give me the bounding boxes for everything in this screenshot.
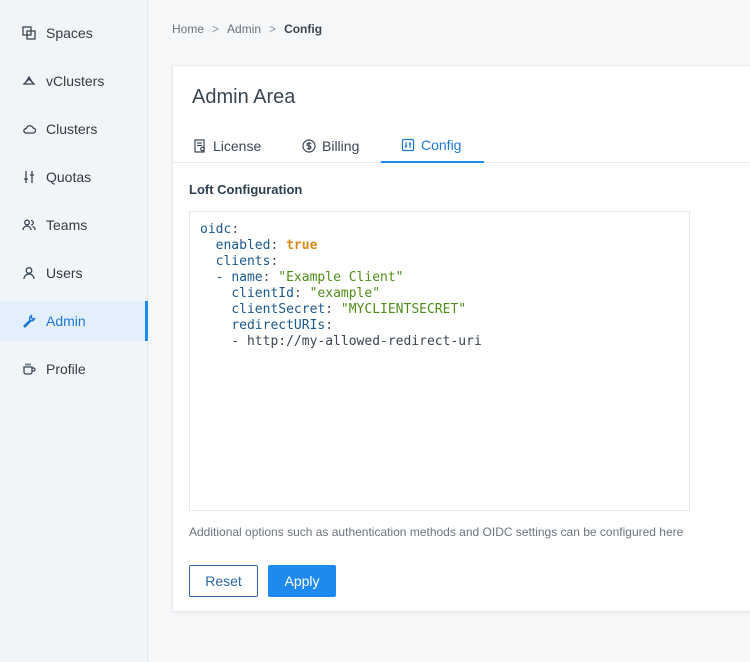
- sidebar-item-label: Clusters: [46, 121, 98, 137]
- tab-config[interactable]: Config: [381, 129, 484, 163]
- page-title: Admin Area: [192, 86, 296, 108]
- yaml-key: clientId: [231, 286, 294, 301]
- sidebar-item-teams[interactable]: Teams: [0, 205, 148, 245]
- admin-card: Admin Area License Billing Config Loft C…: [172, 65, 750, 612]
- sliders-icon: [22, 170, 36, 184]
- code-line: - name: "Example Client": [215, 270, 404, 285]
- sidebar-item-admin[interactable]: Admin: [0, 301, 148, 341]
- yaml-key: clientSecret: [231, 302, 326, 317]
- breadcrumb-separator: >: [269, 22, 277, 36]
- sidebar-item-profile[interactable]: Profile: [0, 349, 148, 389]
- yaml-key: name: [231, 270, 263, 285]
- tab-label: Billing: [322, 138, 360, 154]
- yaml-string: "example": [309, 286, 381, 301]
- license-icon: [193, 139, 207, 153]
- tab-label: License: [213, 138, 262, 154]
- config-editor[interactable]: oidc: enabled: true clients: - name: "Ex…: [189, 211, 690, 511]
- code-line: redirectURIs:: [231, 318, 334, 333]
- sidebar-item-spaces[interactable]: Spaces: [0, 13, 148, 53]
- yaml-bool: true: [286, 238, 318, 253]
- apply-button[interactable]: Apply: [268, 565, 336, 597]
- yaml-key: oidc: [200, 222, 232, 237]
- breadcrumb-admin[interactable]: Admin: [227, 22, 261, 36]
- help-text: Additional options such as authenticatio…: [189, 525, 684, 539]
- yaml-string: "MYCLIENTSECRET": [340, 302, 467, 317]
- breadcrumb-home[interactable]: Home: [172, 22, 204, 36]
- sidebar: Spaces vClusters Clusters Quotas Teams U…: [0, 0, 148, 662]
- coffee-icon: [22, 362, 36, 376]
- sidebar-item-quotas[interactable]: Quotas: [0, 157, 148, 197]
- code-line: clients:: [215, 254, 279, 269]
- dollar-icon: [302, 139, 316, 153]
- yaml-string: "Example Client": [278, 270, 404, 285]
- sidebar-item-label: Spaces: [46, 25, 93, 41]
- sidebar-item-label: Quotas: [46, 169, 92, 185]
- tab-label: Config: [421, 137, 462, 153]
- tab-bar: License Billing Config: [173, 129, 750, 163]
- vcluster-icon: [22, 74, 36, 88]
- sidebar-item-vclusters[interactable]: vClusters: [0, 61, 148, 101]
- code-line: clientId: "example": [231, 286, 381, 301]
- sidebar-item-label: vClusters: [46, 73, 105, 89]
- sidebar-item-clusters[interactable]: Clusters: [0, 109, 148, 149]
- section-title: Loft Configuration: [189, 182, 303, 197]
- sidebar-item-label: Users: [46, 265, 83, 281]
- code-line: - http://my-allowed-redirect-uri: [200, 334, 482, 349]
- sidebar-item-label: Profile: [46, 361, 86, 377]
- config-icon: [401, 138, 415, 152]
- code-line: oidc:: [200, 222, 240, 237]
- yaml-key: clients: [215, 254, 271, 269]
- tab-billing[interactable]: Billing: [302, 129, 382, 163]
- tab-license[interactable]: License: [193, 129, 273, 163]
- reset-button[interactable]: Reset: [189, 565, 258, 597]
- spaces-icon: [22, 26, 36, 40]
- code-line: clientSecret: "MYCLIENTSECRET": [231, 302, 467, 317]
- breadcrumb: Home > Admin > Config: [172, 22, 322, 36]
- yaml-value: - http://my-allowed-redirect-uri: [231, 334, 482, 349]
- yaml-key: redirectURIs: [231, 318, 326, 333]
- sidebar-item-label: Teams: [46, 217, 88, 233]
- teams-icon: [22, 218, 36, 232]
- yaml-key: enabled: [215, 238, 271, 253]
- wrench-icon: [22, 314, 36, 328]
- cloud-icon: [22, 122, 36, 136]
- breadcrumb-current: Config: [284, 22, 323, 36]
- user-icon: [22, 266, 36, 280]
- sidebar-item-label: Admin: [46, 313, 86, 329]
- sidebar-item-users[interactable]: Users: [0, 253, 148, 293]
- code-line: enabled: true: [215, 238, 318, 253]
- breadcrumb-separator: >: [212, 22, 220, 36]
